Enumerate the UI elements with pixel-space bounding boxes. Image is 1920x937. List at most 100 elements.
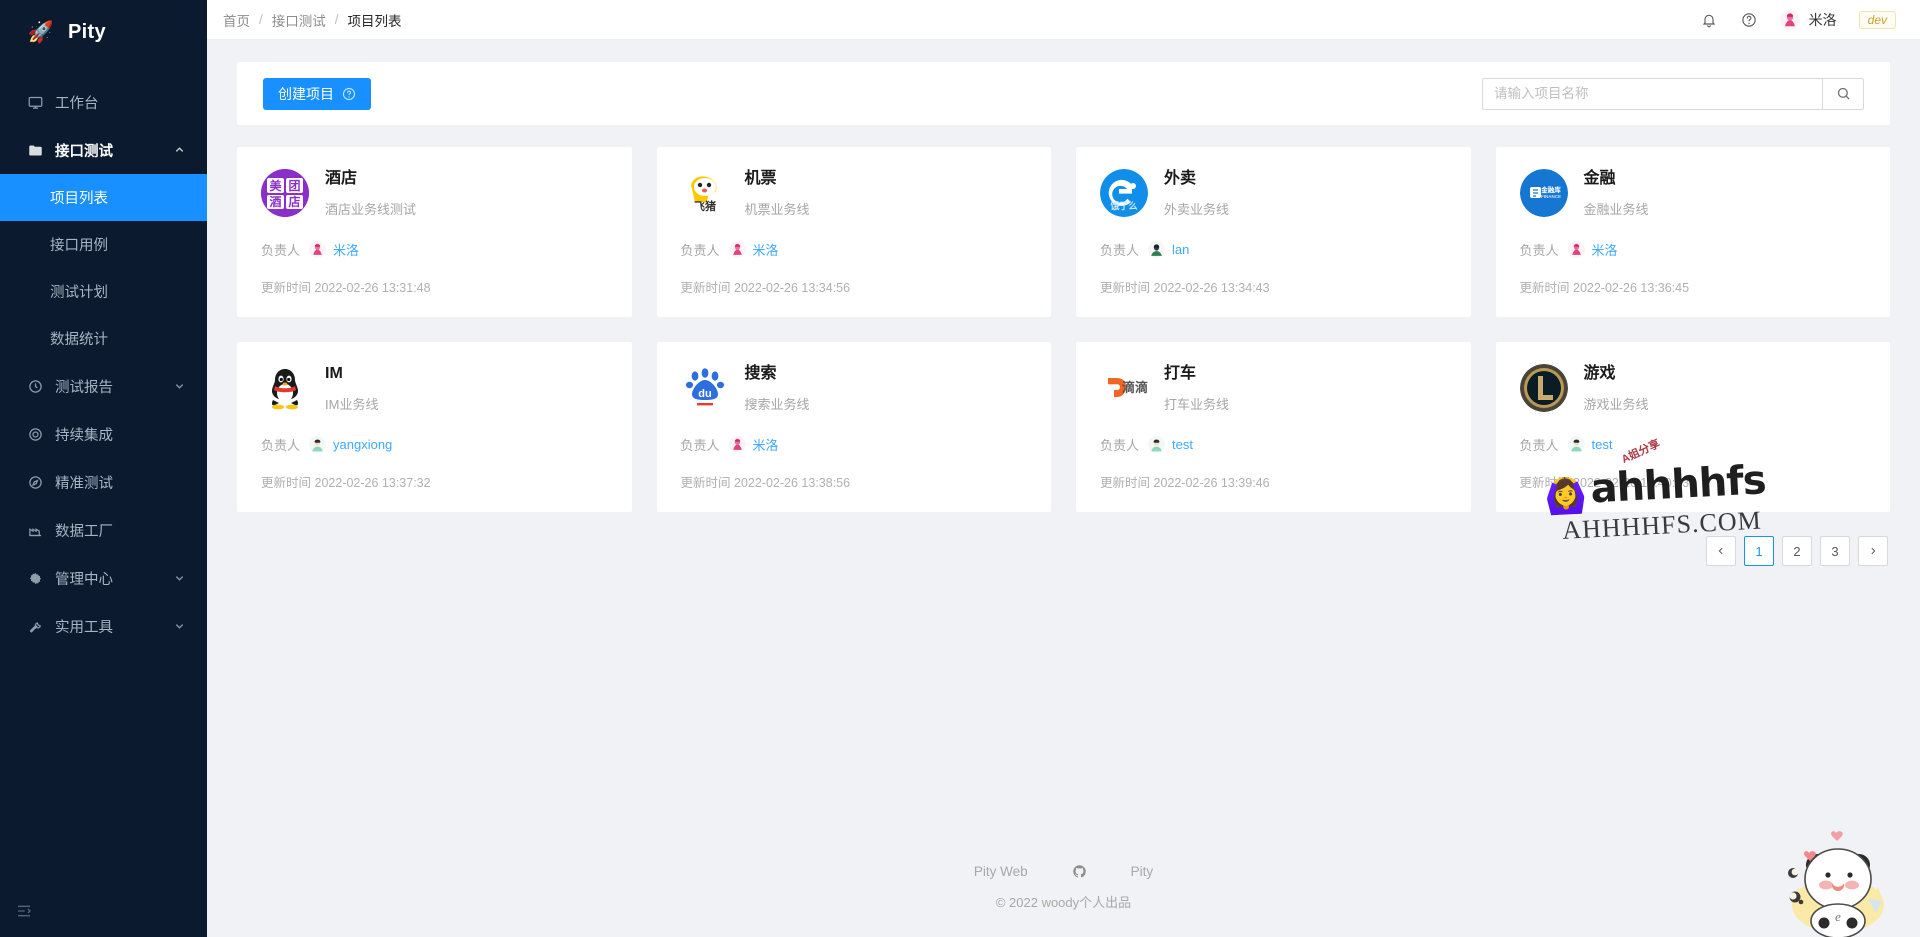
owner-label: 负责人 <box>681 240 720 259</box>
project-card[interactable]: 游戏 游戏业务线 负责人 <box>1496 342 1891 512</box>
project-title: 搜索 <box>745 364 1028 385</box>
updated-label: 更新时间 <box>681 476 731 490</box>
project-updated: 更新时间 2022-02-26 13:38:56 <box>681 472 1028 491</box>
breadcrumb-separator: / <box>259 12 263 27</box>
owner-label: 负责人 <box>261 435 300 454</box>
project-card[interactable]: 金融库 FINANCE 金融 金融业务线 负责人 <box>1496 147 1891 317</box>
breadcrumb-separator: / <box>335 12 339 27</box>
owner-name[interactable]: 米洛 <box>753 435 779 454</box>
updated-label: 更新时间 <box>1520 476 1570 490</box>
question-circle-icon[interactable] <box>1740 11 1758 29</box>
breadcrumb-item-api-test[interactable]: 接口测试 <box>272 10 326 30</box>
owner-label: 负责人 <box>1100 240 1139 259</box>
chevron-left-icon <box>1716 546 1726 556</box>
chevron-right-icon <box>1868 546 1878 556</box>
sidebar-item-label: 管理中心 <box>55 568 113 589</box>
search-button[interactable] <box>1822 78 1864 110</box>
updated-value: 2022-02-26 13:36:45 <box>1573 281 1689 295</box>
project-owner-row: 负责人 test <box>1520 435 1867 454</box>
updated-value: 2022-02-26 13:34:56 <box>734 281 850 295</box>
bell-icon[interactable] <box>1700 11 1718 29</box>
owner-name[interactable]: test <box>1592 437 1613 452</box>
chevron-down-icon[interactable] <box>174 573 185 584</box>
chevron-down-icon[interactable] <box>174 621 185 632</box>
updated-label: 更新时间 <box>1100 476 1150 490</box>
github-icon[interactable] <box>1072 864 1087 879</box>
project-grid: 美 团 酒 店 酒店 酒店业务线测试 负责人 <box>237 147 1890 512</box>
updated-label: 更新时间 <box>261 476 311 490</box>
pagination-prev[interactable] <box>1706 536 1736 566</box>
svg-text:飞猪: 飞猪 <box>694 199 716 213</box>
card-body: 搜索 搜索业务线 <box>745 364 1028 413</box>
owner-name[interactable]: 米洛 <box>1592 240 1618 259</box>
qq-penguin-logo <box>261 364 309 412</box>
sidebar-item-admin-center[interactable]: 管理中心 <box>0 554 207 602</box>
project-title: IM <box>325 364 608 385</box>
owner-name[interactable]: 米洛 <box>333 240 359 259</box>
breadcrumb-item-home[interactable]: 首页 <box>223 10 250 30</box>
project-card[interactable]: du 搜索 搜索业务线 负责人 <box>657 342 1052 512</box>
card-header: du 搜索 搜索业务线 <box>681 364 1028 413</box>
project-owner-row: 负责人 yangxiong <box>261 435 608 454</box>
sidebar-item-tools[interactable]: 实用工具 <box>0 602 207 650</box>
svg-text:团: 团 <box>288 179 300 193</box>
app-logo[interactable]: 🚀 Pity <box>0 0 207 64</box>
owner-name[interactable]: 米洛 <box>753 240 779 259</box>
eleme-logo: 饿了么 <box>1100 169 1148 217</box>
sidebar-item-test-plan[interactable]: 测试计划 <box>0 268 207 315</box>
sidebar-item-ci[interactable]: 持续集成 <box>0 410 207 458</box>
search-input[interactable] <box>1482 78 1822 110</box>
pagination-page-2[interactable]: 2 <box>1782 536 1812 566</box>
create-project-label: 创建项目 <box>278 84 334 104</box>
project-title: 酒店 <box>325 169 608 190</box>
sidebar-item-precise-test[interactable]: 精准测试 <box>0 458 207 506</box>
owner-label: 负责人 <box>261 240 300 259</box>
project-owner-row: 负责人 米洛 <box>261 240 608 259</box>
svg-text:店: 店 <box>288 194 300 209</box>
updated-label: 更新时间 <box>1520 281 1570 295</box>
user-menu[interactable]: 米洛 <box>1780 10 1837 30</box>
project-desc: 打车业务线 <box>1164 394 1447 413</box>
updated-value: 2022-02-26 13:37:32 <box>315 476 431 490</box>
project-card[interactable]: 饿了么 外卖 外卖业务线 负责人 <box>1076 147 1471 317</box>
project-desc: 酒店业务线测试 <box>325 199 608 218</box>
pagination-next[interactable] <box>1858 536 1888 566</box>
owner-name[interactable]: lan <box>1172 242 1189 257</box>
project-card[interactable]: 滴滴 打车 打车业务线 负责人 <box>1076 342 1471 512</box>
sidebar-item-workbench[interactable]: 工作台 <box>0 78 207 126</box>
target-icon <box>26 425 44 443</box>
project-desc: 金融业务线 <box>1584 199 1867 218</box>
footer-link-pity[interactable]: Pity <box>1131 864 1154 879</box>
sidebar-item-test-report[interactable]: 测试报告 <box>0 362 207 410</box>
footer-link-pity-web[interactable]: Pity Web <box>974 864 1028 879</box>
pagination-page-1[interactable]: 1 <box>1744 536 1774 566</box>
chevron-up-icon[interactable] <box>174 145 185 156</box>
project-owner-row: 负责人 米洛 <box>1520 240 1867 259</box>
owner-name[interactable]: test <box>1172 437 1193 452</box>
env-badge: dev <box>1859 11 1896 29</box>
main-area: 首页 / 接口测试 / 项目列表 <box>207 0 1920 937</box>
card-body: 外卖 外卖业务线 <box>1164 169 1447 218</box>
compass-icon <box>26 473 44 491</box>
updated-label: 更新时间 <box>261 281 311 295</box>
project-card[interactable]: 美 团 酒 店 酒店 酒店业务线测试 负责人 <box>237 147 632 317</box>
topbar: 首页 / 接口测试 / 项目列表 <box>207 0 1920 40</box>
question-circle-icon[interactable] <box>342 87 356 101</box>
owner-name[interactable]: yangxiong <box>333 437 392 452</box>
pagination-page-3[interactable]: 3 <box>1820 536 1850 566</box>
didi-logo: 滴滴 <box>1100 364 1148 412</box>
project-owner-row: 负责人 test <box>1100 435 1447 454</box>
sidebar-item-data-stats[interactable]: 数据统计 <box>0 315 207 362</box>
sidebar-item-project-list[interactable]: 项目列表 <box>0 174 207 221</box>
project-card[interactable]: 飞猪 机票 机票业务线 负责人 <box>657 147 1052 317</box>
sidebar-item-api-test[interactable]: 接口测试 <box>0 126 207 174</box>
project-card[interactable]: IM IM业务线 负责人 <box>237 342 632 512</box>
app-root: 🚀 Pity 工作台 接口测试 <box>0 0 1920 937</box>
sidebar-item-api-cases[interactable]: 接口用例 <box>0 221 207 268</box>
create-project-button[interactable]: 创建项目 <box>263 78 371 110</box>
card-body: 游戏 游戏业务线 <box>1584 364 1867 413</box>
sidebar-item-data-factory[interactable]: 数据工厂 <box>0 506 207 554</box>
card-body: IM IM业务线 <box>325 364 608 413</box>
sidebar-collapse-button[interactable] <box>0 889 207 937</box>
chevron-down-icon[interactable] <box>174 381 185 392</box>
